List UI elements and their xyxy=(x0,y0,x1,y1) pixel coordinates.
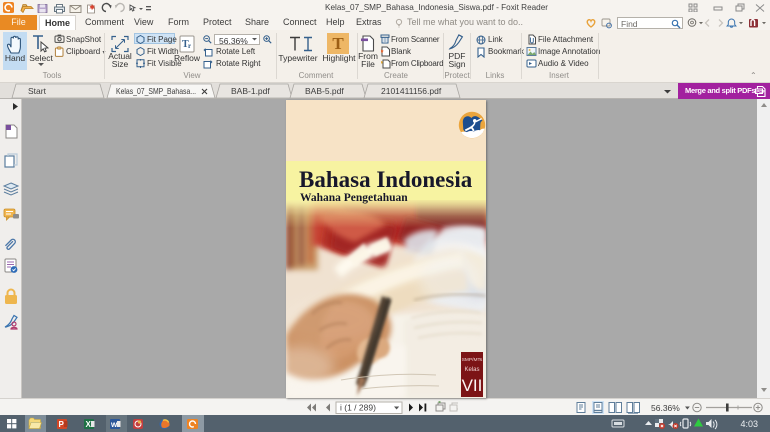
svg-text:Kelas: Kelas xyxy=(464,367,479,373)
svg-text:VII: VII xyxy=(462,376,483,395)
svg-text:Bahasa Indonesia: Bahasa Indonesia xyxy=(299,167,473,192)
svg-text:BAB-1.pdf: BAB-1.pdf xyxy=(231,86,270,96)
svg-text:i (1 / 289): i (1 / 289) xyxy=(340,403,376,413)
svg-text:w: w xyxy=(110,420,118,429)
svg-text:56.36%: 56.36% xyxy=(651,403,680,413)
svg-text:BAB-5.pdf: BAB-5.pdf xyxy=(305,86,344,96)
svg-text:Start: Start xyxy=(28,86,47,96)
svg-text:Wahana Pengetahuan: Wahana Pengetahuan xyxy=(300,192,408,204)
svg-text:r: r xyxy=(188,42,191,50)
svg-text:PDF: PDF xyxy=(756,89,765,94)
svg-text:Kelas_07_SMP_Bahasa...: Kelas_07_SMP_Bahasa... xyxy=(116,86,196,96)
svg-text:SMP/MTs: SMP/MTs xyxy=(462,357,483,363)
svg-text:P: P xyxy=(59,420,65,429)
svg-text:2101411156.pdf: 2101411156.pdf xyxy=(381,86,442,96)
svg-text:X: X xyxy=(86,420,92,429)
